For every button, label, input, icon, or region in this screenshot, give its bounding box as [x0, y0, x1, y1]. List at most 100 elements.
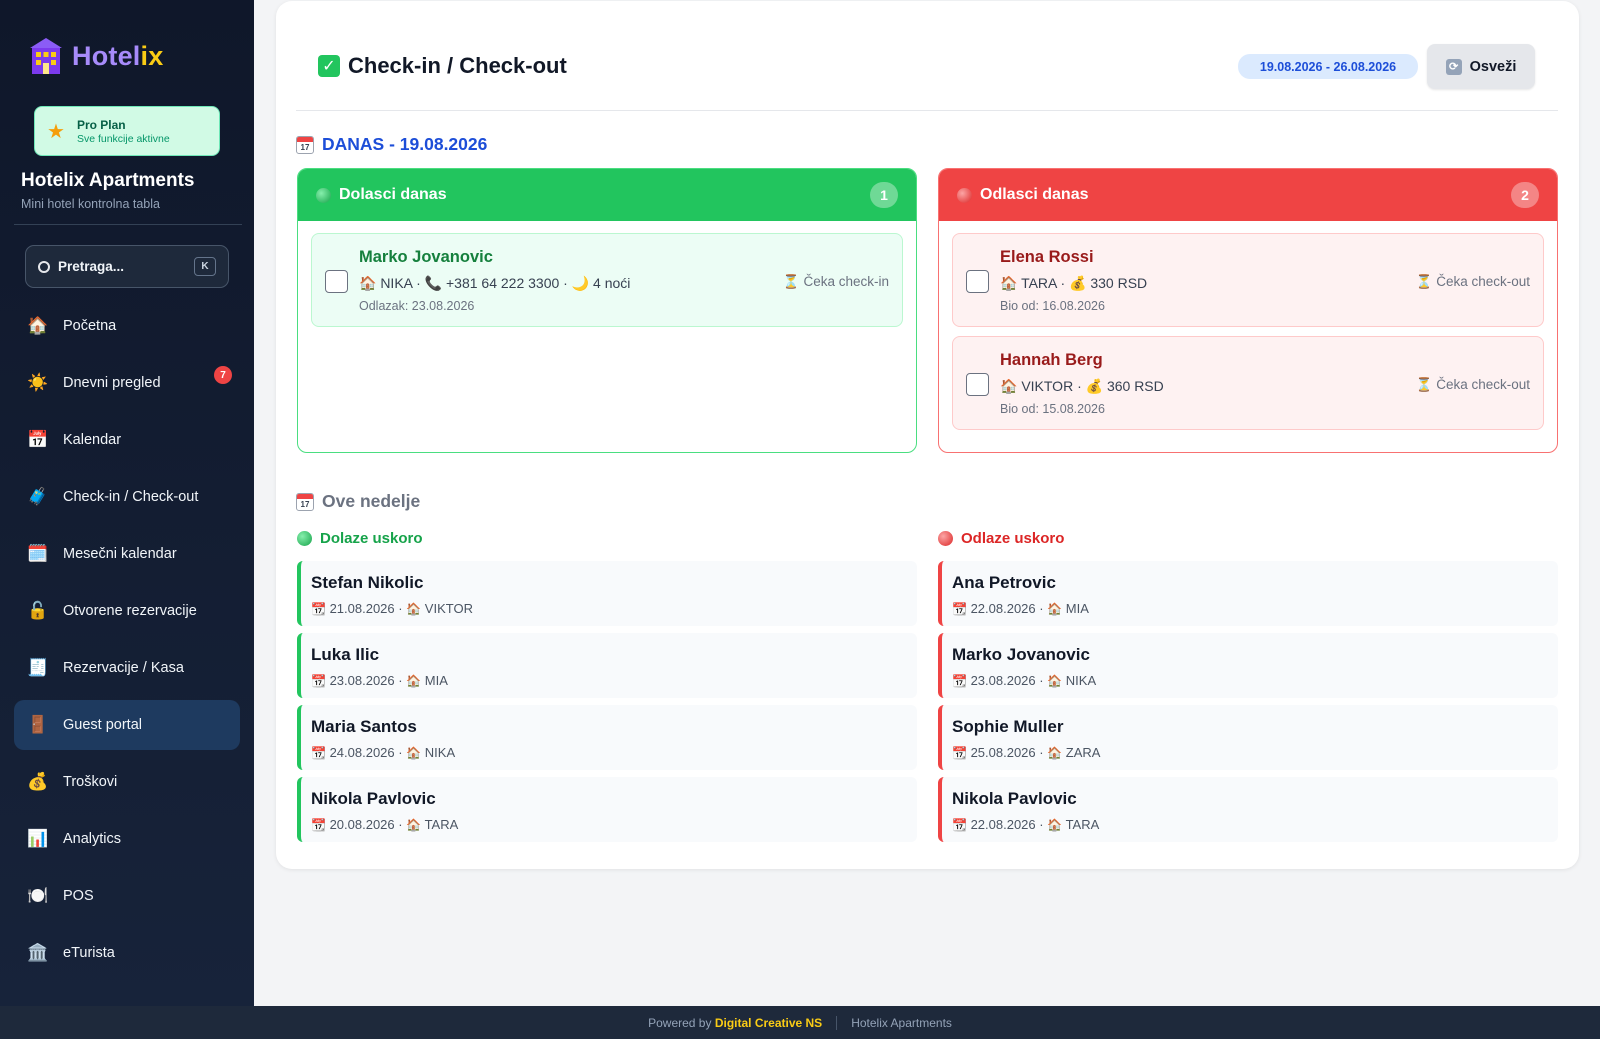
guest-name: Maria Santos — [311, 717, 417, 736]
sidebar-nav: 🏠 Početna ☀️ Dnevni pregled 7 📅 Kalendar… — [0, 301, 254, 985]
refresh-label: Osveži — [1469, 58, 1517, 75]
green-circle-icon — [297, 531, 312, 546]
refresh-button[interactable]: ⟳ Osveži — [1427, 44, 1535, 89]
sidebar-item-label: Analytics — [63, 831, 122, 847]
footer-brand-link[interactable]: Digital Creative NS — [715, 1016, 822, 1030]
plan-title: Pro Plan — [76, 117, 126, 132]
search-icon — [38, 260, 50, 273]
home-icon: 🏠 — [27, 316, 49, 335]
checkout-checkbox[interactable] — [966, 270, 989, 293]
guest-name: Marko Jovanovic — [359, 248, 493, 266]
guest-date: 22.08.2026 — [970, 817, 1036, 832]
calendar-icon: 📅 — [27, 430, 49, 449]
departures-count-badge: 2 — [1511, 182, 1539, 208]
arriving-soon-header: Dolaze uskoro — [297, 530, 423, 547]
departures-panel-header: Odlasci danas 2 — [939, 169, 1557, 221]
departing-row[interactable]: Nikola Pavlovic 📆 22.08.2026 · 🏠 TARA — [938, 777, 1558, 842]
arrival-guest-card[interactable]: Marko Jovanovic 🏠 NIKA · 📞 +381 64 222 3… — [311, 233, 903, 327]
guest-date: 24.08.2026 — [329, 745, 395, 760]
refresh-icon: ⟳ — [1445, 58, 1462, 75]
guest-meta: 📆 23.08.2026 · 🏠 MIA — [311, 673, 448, 688]
unlock-icon: 🔓 — [27, 601, 49, 620]
guest-name: Elena Rossi — [1000, 248, 1094, 266]
spiral-calendar-icon: 🗓️ — [27, 544, 49, 563]
search-input[interactable]: Pretraga... K — [25, 245, 229, 288]
departing-row[interactable]: Sophie Muller 📆 25.08.2026 · 🏠 ZARA — [938, 705, 1558, 770]
house-icon: 🏠 — [1047, 746, 1063, 760]
calendar-icon: 17 — [296, 135, 314, 154]
sidebar-item-dnevni-pregled[interactable]: ☀️ Dnevni pregled 7 — [14, 358, 240, 408]
guest-meta: 📆 22.08.2026 · 🏠 TARA — [952, 817, 1100, 832]
sidebar-item-analytics[interactable]: 📊 Analytics — [14, 814, 240, 864]
arriving-row[interactable]: Nikola Pavlovic 📆 20.08.2026 · 🏠 TARA — [297, 777, 917, 842]
today-section-title: 17 DANAS - 19.08.2026 — [296, 134, 487, 155]
checkout-checkbox[interactable] — [966, 373, 989, 396]
footer: Powered by Digital Creative NS Hotelix A… — [0, 1006, 1600, 1039]
guest-room: ZARA — [1065, 745, 1101, 760]
sidebar-item-guest-portal[interactable]: 🚪 Guest portal — [14, 700, 240, 750]
guest-room: NIKA — [1065, 673, 1097, 688]
logo-text: Hotelix — [72, 40, 164, 71]
today-title-text: DANAS - 19.08.2026 — [322, 134, 488, 154]
footer-app-name: Hotelix Apartments — [851, 1015, 952, 1030]
arriving-row[interactable]: Stefan Nikolic 📆 21.08.2026 · 🏠 VIKTOR — [297, 561, 917, 626]
page-title: ✓ Check-in / Check-out — [318, 53, 567, 79]
sidebar-item-label: Kalendar — [63, 432, 122, 448]
sidebar-item-mesecni-kalendar[interactable]: 🗓️ Mesečni kalendar — [14, 529, 240, 579]
plan-subtitle: Sve funkcije aktivne — [76, 132, 170, 145]
sidebar-item-troskovi[interactable]: 💰 Troškovi — [14, 757, 240, 807]
sidebar-item-label: Otvorene rezervacije — [63, 603, 197, 619]
guest-room: MIA — [424, 673, 448, 688]
arriving-row[interactable]: Luka Ilic 📆 23.08.2026 · 🏠 MIA — [297, 633, 917, 698]
red-circle-icon — [957, 187, 972, 203]
sidebar-item-rezervacije-kasa[interactable]: 🧾 Rezervacije / Kasa — [14, 643, 240, 693]
guest-departure-date: Odlazak: 23.08.2026 — [359, 299, 475, 313]
arriving-row[interactable]: Maria Santos 📆 24.08.2026 · 🏠 NIKA — [297, 705, 917, 770]
bar-chart-icon: 📊 — [27, 829, 49, 848]
guest-meta: 📆 20.08.2026 · 🏠 TARA — [311, 817, 459, 832]
receipt-icon: 🧾 — [27, 658, 49, 677]
checkin-checkbox[interactable] — [325, 270, 348, 293]
sidebar-item-label: Mesečni kalendar — [63, 546, 177, 562]
green-circle-icon — [316, 187, 331, 203]
sidebar-item-otvorene-rezervacije[interactable]: 🔓 Otvorene rezervacije — [14, 586, 240, 636]
sidebar-item-kalendar[interactable]: 📅 Kalendar — [14, 415, 240, 465]
sidebar-divider — [14, 224, 242, 225]
guest-stay-start: Bio od: 15.08.2026 — [1000, 402, 1105, 416]
departure-guest-card[interactable]: Hannah Berg 🏠 VIKTOR · 💰 360 RSD Bio od:… — [952, 336, 1544, 430]
guest-meta: 📆 23.08.2026 · 🏠 NIKA — [952, 673, 1097, 688]
sidebar-item-pocetna[interactable]: 🏠 Početna — [14, 301, 240, 351]
sidebar-item-pos[interactable]: 🍽️ POS — [14, 871, 240, 921]
search-placeholder: Pretraga... — [58, 259, 125, 274]
guest-status: ⏳ Čeka check-out — [1415, 274, 1530, 289]
house-icon: 🏠 — [406, 818, 422, 832]
footer-credit: Powered by Digital Creative NS — [648, 1016, 822, 1030]
sidebar-item-eturista[interactable]: 🏛️ eTurista — [14, 928, 240, 978]
departing-row[interactable]: Marko Jovanovic 📆 23.08.2026 · 🏠 NIKA — [938, 633, 1558, 698]
calendar-icon: 📆 — [952, 674, 967, 688]
guest-date: 23.08.2026 — [970, 673, 1036, 688]
departing-soon-title: Odlaze uskoro — [961, 530, 1065, 547]
guest-status: ⏳ Čeka check-out — [1415, 377, 1530, 392]
checkin-checkout-card: ✓ Check-in / Check-out 19.08.2026 - 26.0… — [276, 1, 1579, 869]
search-shortcut: K — [194, 257, 216, 276]
house-icon: 🏠 — [406, 602, 422, 616]
sidebar-item-check-in-check-out[interactable]: 🧳 Check-in / Check-out — [14, 472, 240, 522]
sidebar-item-label: Rezervacije / Kasa — [63, 660, 184, 676]
star-icon: ★ — [47, 120, 65, 143]
guest-meta: 🏠 NIKA · 📞 +381 64 222 3300 · 🌙 4 noći — [359, 275, 631, 291]
arrivals-panel-header: Dolasci danas 1 — [298, 169, 916, 221]
departure-guest-card[interactable]: Elena Rossi 🏠 TARA · 💰 330 RSD Bio od: 1… — [952, 233, 1544, 327]
departing-row[interactable]: Ana Petrovic 📆 22.08.2026 · 🏠 MIA — [938, 561, 1558, 626]
arrivals-count-badge: 1 — [870, 182, 898, 208]
guest-meta: 📆 25.08.2026 · 🏠 ZARA — [952, 745, 1101, 760]
departing-soon-header: Odlaze uskoro — [938, 530, 1064, 547]
notification-badge: 7 — [214, 366, 232, 384]
guest-name: Hannah Berg — [1000, 351, 1103, 369]
guest-name: Stefan Nikolic — [311, 573, 424, 592]
guest-meta: 📆 21.08.2026 · 🏠 VIKTOR — [311, 601, 473, 616]
plan-badge: ★ Pro Plan Sve funkcije aktivne — [34, 106, 220, 156]
logo[interactable]: Hotelix — [28, 36, 163, 76]
luggage-icon: 🧳 — [27, 487, 49, 506]
guest-name: Luka Ilic — [311, 645, 380, 664]
